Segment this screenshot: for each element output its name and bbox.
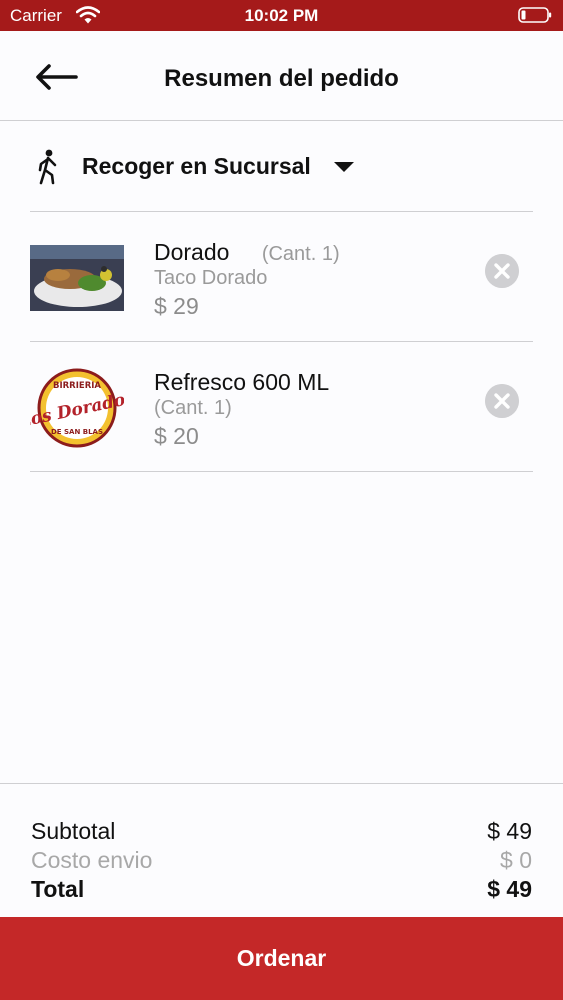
product-image: [30, 245, 124, 311]
battery-icon: [518, 7, 552, 23]
close-icon[interactable]: [485, 384, 519, 418]
caret-down-icon[interactable]: [333, 161, 355, 173]
subtotal-label: Subtotal: [31, 818, 116, 844]
nav-header: Resumen del pedido: [0, 31, 563, 121]
item-description: Taco Dorado: [154, 267, 268, 289]
total-value: $ 49: [487, 876, 532, 902]
item-name: Refresco 600 ML: [154, 369, 330, 395]
item-quantity: (Cant. 1): [261, 243, 340, 265]
total-row: Total $ 49: [31, 876, 532, 904]
delivery-method-label: Recoger en Sucursal: [82, 153, 311, 179]
delivery-method-selector[interactable]: Recoger en Sucursal: [0, 122, 563, 212]
subtotal-row: Subtotal $ 49: [31, 818, 532, 846]
total-label: Total: [31, 876, 85, 902]
page-title: Resumen del pedido: [164, 65, 399, 92]
item-quantity: (Cant. 1): [154, 397, 232, 419]
cart-item: BIRRIERIA Los Dorados DE SAN BLAS Refres…: [30, 342, 533, 472]
order-button[interactable]: Ordenar: [0, 917, 563, 1000]
logo-bottom-text: DE SAN BLAS: [51, 428, 103, 436]
clock-time: 10:02 PM: [244, 6, 319, 25]
item-name: Dorado: [154, 239, 230, 265]
item-price: $ 29: [154, 293, 199, 319]
logo-top-text: BIRRIERIA: [53, 381, 101, 391]
subtotal-value: $ 49: [487, 818, 532, 844]
walking-person-icon: [38, 149, 57, 185]
order-totals: Subtotal $ 49 Costo envio $ 0 Total $ 49: [0, 783, 563, 918]
close-icon[interactable]: [485, 254, 519, 288]
shipping-row: Costo envio $ 0: [31, 847, 532, 875]
shipping-value: $ 0: [500, 847, 532, 873]
cart-item: Dorado (Cant. 1) Taco Dorado $ 29: [30, 212, 533, 342]
status-bar: Carrier 10:02 PM: [0, 0, 563, 31]
los-dorados-logo: BIRRIERIA Los Dorados DE SAN BLAS: [30, 368, 124, 448]
item-title: Dorado (Cant. 1): [154, 239, 340, 266]
shipping-label: Costo envio: [31, 847, 153, 873]
item-price: $ 20: [154, 423, 199, 449]
